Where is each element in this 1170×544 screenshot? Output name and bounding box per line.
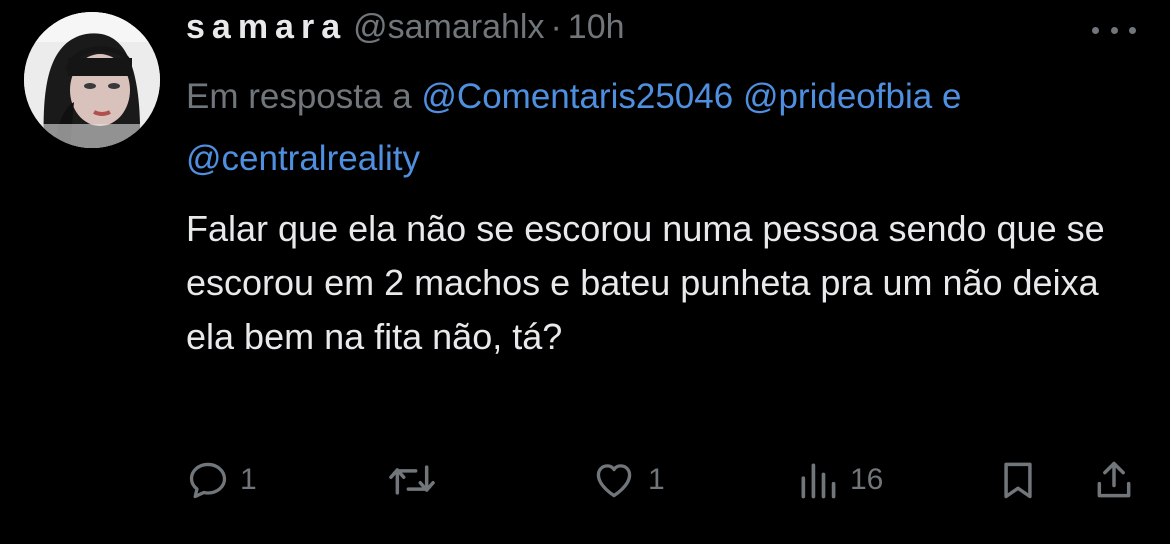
mention-comentaris[interactable]: @Comentaris25046 <box>421 77 733 116</box>
tweet-header: samara @samarahlx · 10h <box>186 8 625 58</box>
views-icon <box>801 463 836 499</box>
views-button[interactable]: 16 <box>796 452 883 508</box>
reply-icon <box>189 462 227 499</box>
reply-prefix: Em resposta a <box>186 77 412 116</box>
share-button[interactable] <box>1092 452 1136 508</box>
tweet-text: Falar que ela não se escorou numa pessoa… <box>186 208 1105 357</box>
mention-centralreality[interactable]: @centralreality <box>186 139 420 178</box>
views-count: 16 <box>850 463 884 496</box>
mention-prideofbia[interactable]: @prideofbia <box>743 77 932 116</box>
share-icon <box>1097 461 1131 498</box>
like-count: 1 <box>648 463 665 496</box>
reply-context: Em resposta a @Comentaris25046 @prideofb… <box>186 66 1146 190</box>
display-name[interactable]: samara <box>186 8 347 47</box>
like-icon <box>596 464 632 498</box>
bookmark-icon <box>1004 462 1032 499</box>
user-handle[interactable]: @samarahlx <box>353 8 544 47</box>
retweet-icon <box>389 465 435 495</box>
retweet-button[interactable] <box>386 452 438 508</box>
bookmark-button[interactable] <box>996 452 1040 508</box>
separator-dot: · <box>550 8 562 46</box>
timestamp[interactable]: 10h <box>568 8 625 47</box>
reply-button[interactable]: 1 <box>186 452 257 508</box>
like-button[interactable]: 1 <box>590 452 665 508</box>
action-bar: 1 1 16 <box>0 452 1170 508</box>
reply-conjunction: e <box>941 77 962 116</box>
reply-count: 1 <box>240 463 257 496</box>
avatar[interactable] <box>24 12 160 148</box>
more-icon[interactable] <box>1092 22 1136 38</box>
